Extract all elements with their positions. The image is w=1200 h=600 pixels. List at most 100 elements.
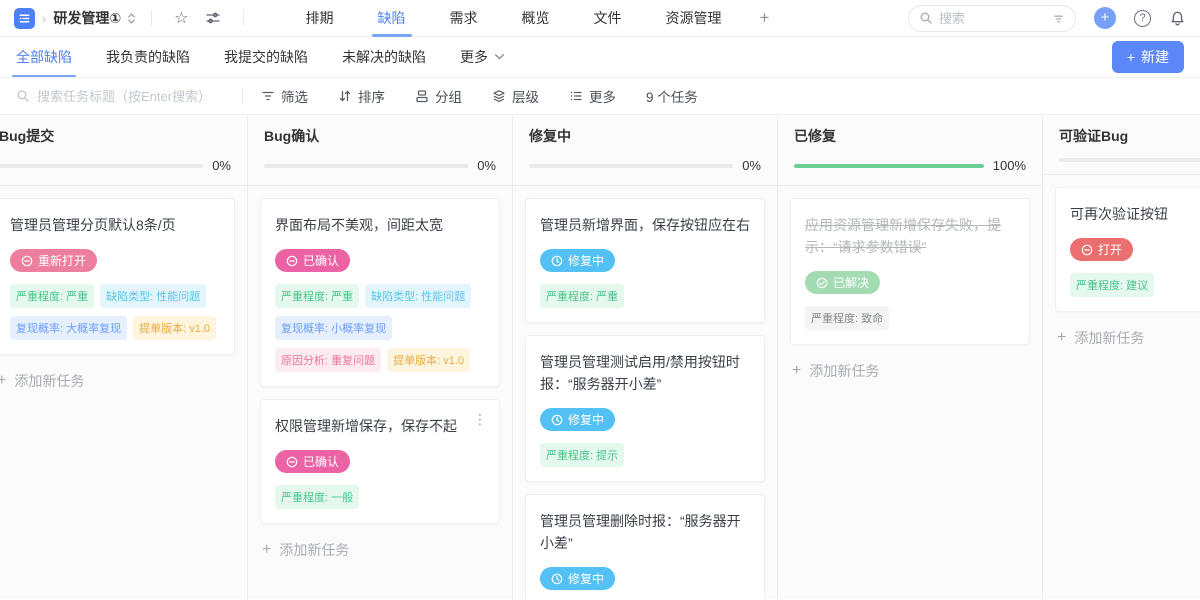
progress-percent: 0% [477,158,496,173]
filter-tab-unresolved[interactable]: 未解决的缺陷 [342,37,426,77]
minus-circle-icon [286,255,298,266]
task-search-input[interactable] [37,88,238,104]
column-progress: 100% [794,158,1026,173]
column-progress: 0% [529,158,761,173]
project-name: 研发管理① [53,10,122,26]
favorite-star-icon[interactable]: ☆ [166,8,196,28]
tag-repro-probability: 复现概率: 小概率复现 [275,316,393,340]
status-badge[interactable]: 已解决 [805,271,881,294]
chevron-down-icon [494,54,505,60]
clock-icon [551,255,563,266]
tag-severity: 严重程度: 建议 [1070,273,1155,297]
status-badge[interactable]: 已确认 [275,450,351,473]
task-card[interactable]: 界面布局不美观，间距太宽 已确认 严重程度: 严重 缺陷类型: 性能问题 复现概… [260,198,500,387]
tag-cause-analysis: 原因分析: 重复问题 [275,348,382,372]
add-task-button[interactable]: + 添加新任务 [0,367,235,395]
task-card[interactable]: 管理员管理分页默认8条/页 重新打开 严重程度: 严重 缺陷类型: 性能问题 复… [0,198,235,355]
create-plus-icon[interactable]: + [1094,7,1116,29]
divider [151,10,153,26]
filter-button[interactable]: 筛选 [261,86,308,106]
filter-tab-all-defects[interactable]: 全部缺陷 [12,37,76,77]
tab-requirements[interactable]: 需求 [428,0,500,37]
progress-percent: 0% [212,158,231,173]
group-icon [416,90,428,103]
filter-tab-my-responsible[interactable]: 我负责的缺陷 [106,37,190,77]
tune-icon[interactable] [197,10,229,26]
task-card[interactable]: 管理员新增界面，保存按钮应在右 修复中 严重程度: 严重 [525,198,765,323]
column-title: 可验证Bug [1059,128,1129,144]
status-badge[interactable]: 重新打开 [10,249,98,272]
plus-icon: + [262,541,272,558]
task-card[interactable]: 管理员管理测试启用/禁用按钮时报：“服务器开小差” 修复中 严重程度: 提示 [525,335,765,482]
column-title: 修复中 [529,128,571,144]
tag-version: 提单版本: v1.0 [133,316,217,340]
more-button[interactable]: 更多 [569,86,616,106]
tab-files[interactable]: 文件 [572,0,644,37]
add-task-button[interactable]: + 添加新任务 [1055,324,1200,352]
card-title: 管理员管理分页默认8条/页 [10,217,176,233]
status-badge[interactable]: 修复中 [540,567,616,590]
view-filter-row: 全部缺陷 我负责的缺陷 我提交的缺陷 未解决的缺陷 更多 + 新建 [0,37,1200,78]
card-menu-icon[interactable]: ⋮ [473,412,487,426]
card-title: 界面布局不美观，间距太宽 [275,217,443,233]
filter-tab-more[interactable]: 更多 [460,37,505,77]
filter-tab-my-submitted[interactable]: 我提交的缺陷 [224,37,308,77]
column-title: 已修复 [794,128,836,144]
help-icon[interactable]: ? [1134,9,1151,27]
status-badge[interactable]: 已确认 [275,249,351,272]
add-task-button[interactable]: + 添加新任务 [790,357,1030,385]
add-tab-plus-icon[interactable]: + [744,0,786,37]
sort-arrows-icon [339,90,351,102]
layers-icon [493,90,505,102]
add-task-button[interactable]: + 添加新任务 [260,536,500,564]
hierarchy-button[interactable]: 层级 [492,86,539,106]
check-circle-icon [816,277,828,288]
list-more-icon [570,91,582,101]
board-toolbar: 筛选 排序 分组 层级 更多 9 个任务 [0,78,1200,115]
tag-severity: 严重程度: 严重 [540,284,625,308]
group-button[interactable]: 分组 [415,86,462,106]
column-progress: 0% [264,158,496,173]
clock-icon [551,573,563,584]
notifications-bell-icon[interactable] [1169,10,1186,27]
task-card[interactable]: 可再次验证按钮 打开 严重程度: 建议 [1055,187,1200,312]
progress-percent: 100% [992,158,1026,173]
topbar-actions: + ? [908,4,1186,32]
task-search[interactable] [16,88,238,104]
plus-icon: + [792,362,802,379]
column-fixing: 修复中 0% 管理员新增界面，保存按钮应在右 修复中 严重程度: 严重 管理员管… [513,115,778,599]
tab-resources[interactable]: 资源管理 [644,0,744,37]
tag-severity: 严重程度: 提示 [540,443,625,467]
funnel-icon [262,91,274,101]
status-badge[interactable]: 修复中 [540,249,616,272]
tab-overview[interactable]: 概览 [500,0,572,37]
app-logo-icon[interactable] [14,7,35,29]
global-search[interactable] [908,4,1076,32]
task-card[interactable]: ⋮ 权限管理新增保存，保存不起 已确认 严重程度: 一般 [260,399,500,524]
search-icon [920,12,932,24]
global-search-input[interactable] [939,10,1046,26]
status-badge[interactable]: 修复中 [540,408,616,431]
tag-severity: 严重程度: 一般 [275,485,360,509]
minus-circle-icon [1081,244,1093,255]
task-count: 9 个任务 [646,90,698,105]
column-bug-confirmed: Bug确认 0% 界面布局不美观，间距太宽 已确认 严重程度: 严重 缺陷类型:… [248,115,513,599]
tab-defects[interactable]: 缺陷 [356,0,428,37]
minus-circle-icon [21,255,33,266]
breadcrumb-chevron-icon: › [42,10,47,26]
project-nav-tabs: 排期 缺陷 需求 概览 文件 资源管理 + [284,0,786,37]
sort-button[interactable]: 排序 [338,86,385,106]
tag-severity: 严重程度: 严重 [10,284,95,308]
tag-severity: 严重程度: 致命 [805,306,890,330]
kanban-board: Bug提交 0% 管理员管理分页默认8条/页 重新打开 严重程度: 严重 缺陷类… [0,115,1200,599]
project-selector[interactable]: 研发管理① [53,8,137,28]
column-title: Bug确认 [264,128,320,144]
task-card[interactable]: 管理员管理删除时报：“服务器开小差” 修复中 严重程度: 严重 [525,494,765,599]
clock-icon [551,414,563,425]
status-badge[interactable]: 打开 [1070,238,1134,261]
tab-schedule[interactable]: 排期 [284,0,356,37]
card-title: 可再次验证按钮 [1070,206,1168,222]
task-card[interactable]: 应用资源管理新增保存失败，提示：“请求参数错误” 已解决 严重程度: 致命 [790,198,1030,345]
card-title: 应用资源管理新增保存失败，提示：“请求参数错误” [805,217,1001,255]
new-task-button[interactable]: + 新建 [1111,41,1184,73]
